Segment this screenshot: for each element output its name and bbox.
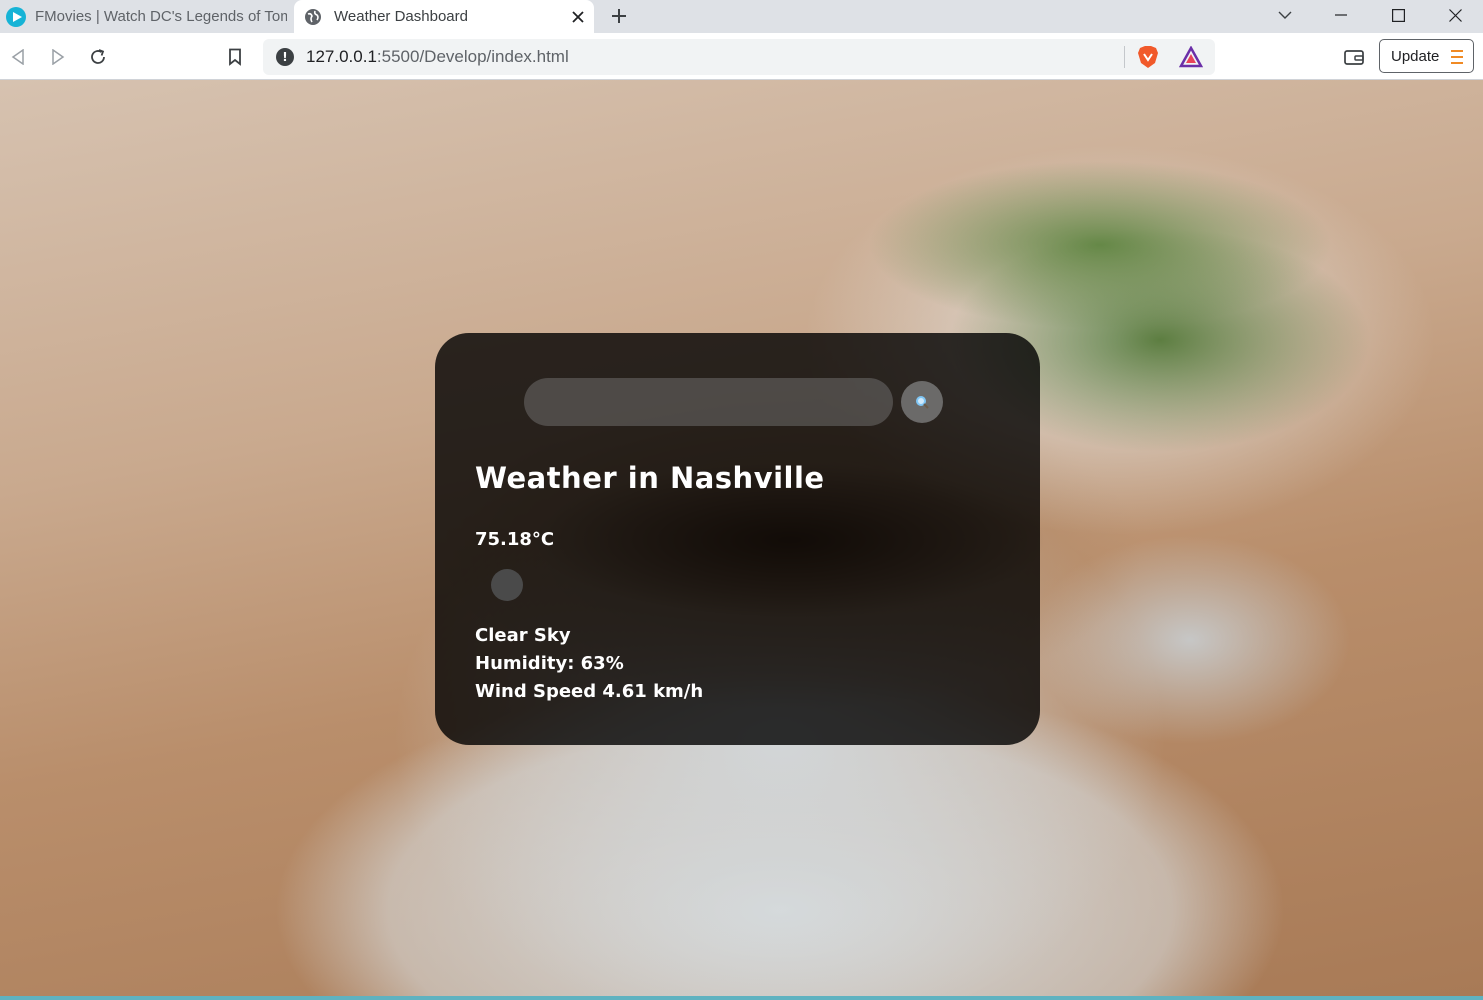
back-arrow-icon [11,49,24,65]
minimize-button[interactable] [1313,0,1369,30]
play-favicon-icon [6,6,26,27]
maximize-icon [1391,8,1405,22]
tab-fmovies[interactable]: FMovies | Watch DC's Legends of Tom [0,0,293,33]
omnibox-divider [1124,46,1125,68]
brave-rewards-icon[interactable] [1179,46,1203,68]
chevron-down-icon [1278,11,1292,19]
search-icon [916,396,929,409]
brave-shields-icon[interactable] [1137,45,1159,69]
back-button[interactable] [2,41,34,73]
update-button[interactable]: Update [1379,39,1474,73]
browser-toolbar: ! 127.0.0.1:5500/Develop/index.html Upda… [0,33,1483,80]
close-window-button[interactable] [1427,0,1483,30]
reload-button[interactable] [82,41,114,73]
tab-title: Weather Dashboard [334,8,468,25]
address-bar[interactable]: ! 127.0.0.1:5500/Develop/index.html [263,39,1215,75]
plus-icon [612,9,626,23]
wind-speed: Wind Speed 4.61 km/h [475,681,704,702]
globe-icon [305,8,321,25]
bookmark-button[interactable] [219,41,251,73]
bookmark-icon [229,48,241,66]
weather-description: Clear Sky [475,625,571,646]
reload-icon [91,49,105,64]
tab-title: FMovies | Watch DC's Legends of Tom [35,8,287,25]
update-label: Update [1391,47,1440,65]
tab-search-button[interactable] [1257,0,1313,30]
maximize-button[interactable] [1370,0,1426,30]
forward-button[interactable] [42,41,74,73]
bottom-border [0,996,1483,1000]
wallet-icon [1344,50,1364,65]
weather-card: Weather in Nashville 75.18°C Clear Sky H… [435,333,1040,745]
search-button[interactable] [901,381,943,423]
url-text[interactable]: 127.0.0.1:5500/Develop/index.html [306,47,1124,67]
tab-strip: FMovies | Watch DC's Legends of Tom Weat… [0,0,1483,33]
tab-weather-dashboard[interactable]: Weather Dashboard [294,0,594,33]
site-info-icon[interactable]: ! [276,48,294,66]
forward-arrow-icon [52,49,65,65]
url-host: 127.0.0.1 [306,47,377,66]
close-icon [1448,8,1462,22]
city-search-input[interactable] [524,378,893,426]
humidity: Humidity: 63% [475,653,624,674]
weather-condition-icon [491,569,523,601]
temperature: 75.18°C [475,529,555,550]
url-path: :5500/Develop/index.html [376,47,569,66]
wallet-button[interactable] [1338,41,1370,73]
city-title: Weather in Nashville [475,461,825,495]
new-tab-button[interactable] [604,2,634,30]
menu-icon [1451,50,1463,68]
page-background: Weather in Nashville 75.18°C Clear Sky H… [0,80,1483,1000]
close-tab-icon[interactable] [564,3,592,31]
minimize-icon [1335,14,1347,16]
